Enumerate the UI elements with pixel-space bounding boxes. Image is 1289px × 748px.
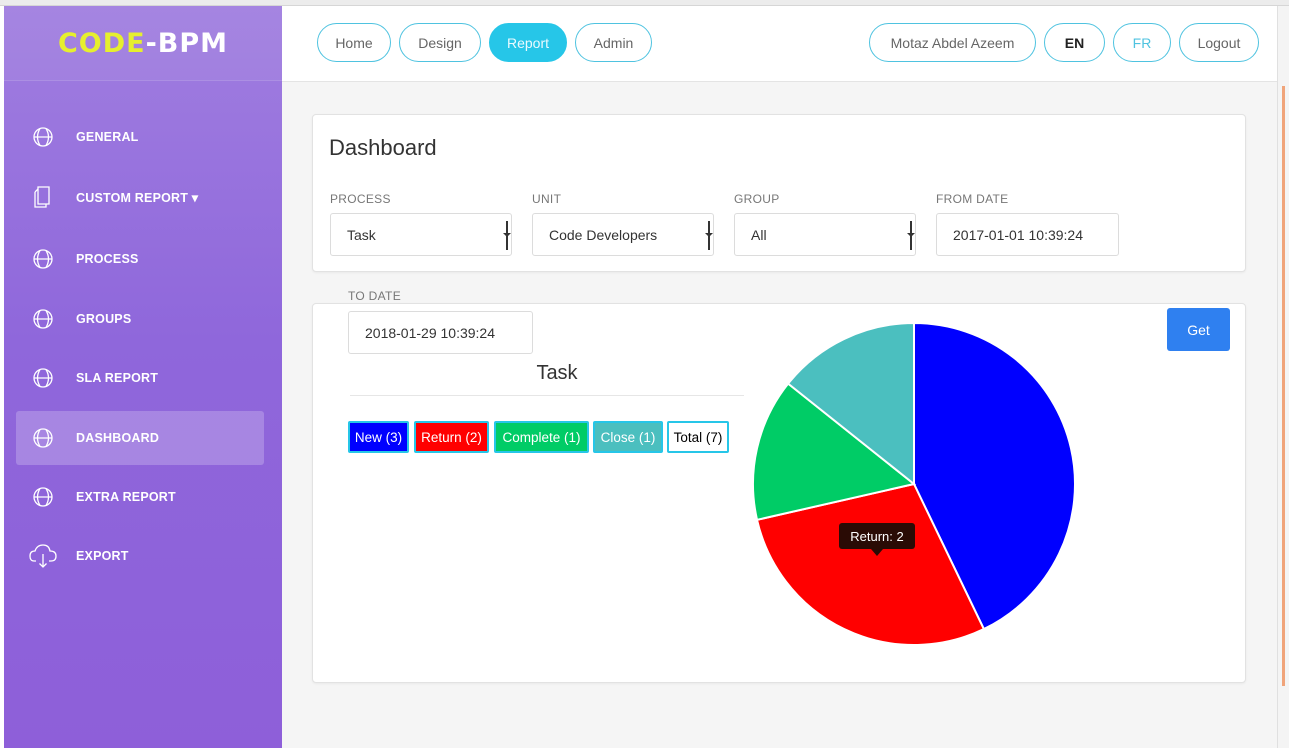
logo-dash: -	[145, 28, 158, 59]
get-button[interactable]: Get	[1167, 308, 1230, 351]
process-select-value: Task	[347, 226, 376, 243]
to-date-label: TO DATE	[348, 289, 401, 303]
legend-total[interactable]: Total (7)	[667, 421, 729, 453]
logo-part2: BPM	[157, 28, 229, 59]
from-date-input[interactable]: 2017-01-01 10:39:24	[936, 213, 1119, 256]
unit-label: UNIT	[532, 192, 562, 206]
scroll-accent	[1282, 86, 1285, 686]
from-date-value: 2017-01-01 10:39:24	[953, 226, 1083, 243]
sidebar-item-groups[interactable]: GROUPS	[16, 292, 264, 346]
sidebar-item-label: GROUPS	[76, 312, 132, 326]
lang-fr-button[interactable]: FR	[1113, 23, 1171, 62]
sidebar-item-extra-report[interactable]: EXTRA REPORT	[16, 470, 264, 524]
tab-admin[interactable]: Admin	[575, 23, 652, 62]
sidebar-item-label: EXTRA REPORT	[76, 490, 176, 504]
select-caret-icon	[503, 221, 511, 250]
app-logo[interactable]: CODE-BPM	[4, 28, 282, 59]
globe-icon	[28, 122, 58, 152]
sidebar-item-label: GENERAL	[76, 130, 139, 144]
globe-icon	[28, 482, 58, 512]
from-date-label: FROM DATE	[936, 192, 1009, 206]
dashboard-filter-card: Dashboard PROCESS Task UNIT Code Develop…	[312, 114, 1246, 272]
tab-design[interactable]: Design	[399, 23, 481, 62]
to-date-value: 2018-01-29 10:39:24	[365, 324, 495, 341]
globe-icon	[28, 363, 58, 393]
sidebar-item-general[interactable]: GENERAL	[16, 110, 264, 164]
pie-chart	[752, 321, 1076, 646]
cloud-download-icon	[28, 541, 58, 571]
select-caret-icon	[907, 221, 915, 250]
sidebar-item-label: EXPORT	[76, 549, 129, 563]
logo-part1: CODE	[57, 28, 146, 59]
process-select[interactable]: Task	[330, 213, 512, 256]
group-label: GROUP	[734, 192, 780, 206]
sidebar-item-label: CUSTOM REPORT ▾	[76, 190, 199, 205]
chart-title: Task	[536, 362, 578, 384]
chart-tooltip: Return: 2	[839, 523, 915, 556]
group-select-value: All	[751, 226, 767, 243]
sidebar-item-export[interactable]: EXPORT	[16, 529, 264, 583]
globe-icon	[28, 423, 58, 453]
logout-button[interactable]: Logout	[1179, 23, 1259, 62]
legend-new[interactable]: New (3)	[348, 421, 409, 453]
to-date-input[interactable]: 2018-01-29 10:39:24	[348, 311, 533, 354]
process-label: PROCESS	[330, 192, 391, 206]
group-select[interactable]: All	[734, 213, 916, 256]
sidebar-item-custom-report[interactable]: CUSTOM REPORT ▾	[16, 170, 264, 224]
sidebar: CODE-BPM GENERAL CUSTOM REPORT ▾ PROCESS	[4, 6, 282, 748]
unit-select-value: Code Developers	[549, 226, 658, 243]
top-navbar: Home Design Report Admin Motaz Abdel Aze…	[282, 6, 1277, 82]
sidebar-item-dashboard[interactable]: DASHBOARD	[16, 411, 264, 465]
globe-icon	[28, 304, 58, 334]
legend-complete[interactable]: Complete (1)	[494, 421, 589, 453]
document-icon	[28, 182, 58, 212]
sidebar-item-label: SLA REPORT	[76, 371, 159, 385]
sidebar-item-process[interactable]: PROCESS	[16, 232, 264, 286]
legend-return[interactable]: Return (2)	[414, 421, 489, 453]
unit-select[interactable]: Code Developers	[532, 213, 714, 256]
window-scrollbar[interactable]	[1277, 6, 1289, 748]
app-window: CODE-BPM GENERAL CUSTOM REPORT ▾ PROCESS	[0, 0, 1289, 748]
tab-home[interactable]: Home	[317, 23, 391, 62]
tab-report[interactable]: Report	[489, 23, 567, 62]
sidebar-item-sla-report[interactable]: SLA REPORT	[16, 351, 264, 405]
select-caret-icon	[705, 221, 713, 250]
page-title: Dashboard	[329, 135, 437, 160]
sidebar-item-label: PROCESS	[76, 252, 139, 266]
main-content: Home Design Report Admin Motaz Abdel Aze…	[282, 6, 1277, 748]
logo-band: CODE-BPM	[4, 6, 282, 81]
lang-en-button[interactable]: EN	[1044, 23, 1105, 62]
chart-title-divider	[350, 395, 744, 396]
legend-close[interactable]: Close (1)	[593, 421, 663, 453]
sidebar-item-label: DASHBOARD	[76, 431, 160, 445]
globe-icon	[28, 244, 58, 274]
user-menu-button[interactable]: Motaz Abdel Azeem	[869, 23, 1036, 62]
